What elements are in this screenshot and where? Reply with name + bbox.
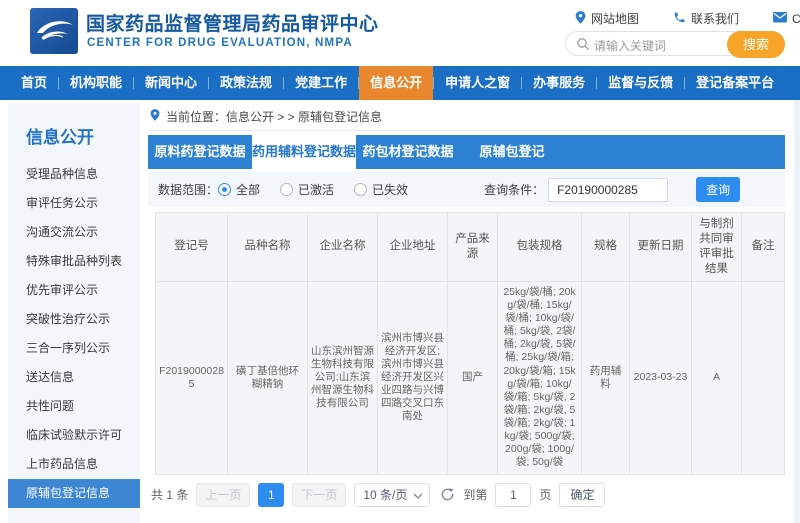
- cell-package-spec: 25kg/袋/桶; 20kg/袋/桶; 15kg/袋/桶; 10kg/袋/桶; …: [498, 281, 582, 474]
- sitemap-link[interactable]: 网站地图: [575, 10, 639, 27]
- confirm-button[interactable]: 确定: [559, 483, 605, 507]
- goto-label: 到第: [463, 486, 487, 503]
- tab-packaging-data[interactable]: 药包材登记数据: [356, 135, 460, 169]
- nav-item-registration-platform[interactable]: 登记备案平台: [685, 66, 785, 100]
- sidebar-item-three-in-one[interactable]: 三合一序列公示: [8, 334, 140, 363]
- goto-page-input[interactable]: [495, 483, 531, 507]
- page-scrollbar[interactable]: [794, 100, 800, 523]
- phone-icon: [673, 11, 686, 27]
- nav-item-services[interactable]: 办事服务: [522, 66, 596, 100]
- col-company-name: 企业名称: [308, 213, 378, 282]
- cell-product-source: 国产: [448, 281, 498, 474]
- radio-all-icon: [218, 183, 231, 196]
- table-row: F20190000285 磺丁基倍他环糊精钠 山东滨州智源生物科技有限公司;山东…: [156, 281, 785, 474]
- next-page-button[interactable]: 下一页: [292, 483, 346, 507]
- query-button[interactable]: 查询: [696, 177, 740, 202]
- nav-item-policy[interactable]: 政策法规: [209, 66, 283, 100]
- mailbox-link[interactable]: CDE邮箱: [773, 10, 800, 27]
- nav-item-news[interactable]: 新闻中心: [134, 66, 208, 100]
- cell-remark: [742, 281, 785, 474]
- map-pin-icon: [575, 11, 586, 27]
- chevron-down-icon: [413, 484, 423, 506]
- nav-item-party[interactable]: 党建工作: [284, 66, 358, 100]
- nav-item-info-disclosure[interactable]: 信息公开: [359, 66, 433, 100]
- col-registration-no: 登记号: [156, 213, 228, 282]
- sidebar-item-review-tasks[interactable]: 审评任务公示: [8, 189, 140, 218]
- col-variety-name: 品种名称: [228, 213, 308, 282]
- sidebar-item-delivery-info[interactable]: 送达信息: [8, 363, 140, 392]
- col-joint-review-result: 与制剂共同审评审批结果: [692, 213, 742, 282]
- results-table: 登记号 品种名称 企业名称 企业地址 产品来源 包装规格 规格 更新日期 与制剂…: [155, 212, 785, 475]
- search-button[interactable]: 搜索: [727, 31, 785, 58]
- sidebar-title: 信息公开: [8, 103, 140, 160]
- cell-company-address: 滨州市博兴县经济开发区;滨州市博兴县经济开发区兴业四路与兴博四路交叉口东南处: [378, 281, 448, 474]
- tab-api-data[interactable]: 原料药登记数据: [148, 135, 252, 169]
- scope-label: 数据范围：: [158, 181, 218, 198]
- cell-registration-no: F20190000285: [156, 281, 228, 474]
- site-header: 国家药品监督管理局药品审评中心 CENTER FOR DRUG EVALUATI…: [0, 0, 800, 66]
- data-tabs: 原料药登记数据 药用辅料登记数据 药包材登记数据 原辅包登记: [148, 135, 785, 169]
- total-count: 共 1 条: [151, 486, 188, 503]
- cell-update-date: 2023-03-23: [630, 281, 692, 474]
- col-product-source: 产品来源: [448, 213, 498, 282]
- site-subtitle: CENTER FOR DRUG EVALUATION, NMPA: [87, 37, 353, 49]
- tab-excipient-data[interactable]: 药用辅料登记数据: [252, 135, 356, 169]
- radio-activated[interactable]: 已激活: [280, 181, 334, 198]
- col-update-date: 更新日期: [630, 213, 692, 282]
- col-spec: 规格: [582, 213, 630, 282]
- sidebar: 信息公开 受理品种信息 审评任务公示 沟通交流公示 特殊审批品种列表 优先审评公…: [8, 103, 140, 523]
- nav-item-functions[interactable]: 机构职能: [59, 66, 133, 100]
- goto-unit: 页: [539, 486, 551, 503]
- radio-expired[interactable]: 已失效: [354, 181, 408, 198]
- sidebar-item-marketed-drugs[interactable]: 上市药品信息: [8, 450, 140, 479]
- page-size-select[interactable]: 10 条/页: [354, 483, 430, 507]
- sidebar-item-excipient-registration[interactable]: 原辅包登记信息: [8, 479, 140, 508]
- sidebar-item-special-approval[interactable]: 特殊审批品种列表: [8, 247, 140, 276]
- col-remark: 备注: [742, 213, 785, 282]
- radio-expired-icon: [354, 183, 367, 196]
- query-input[interactable]: [548, 178, 668, 202]
- nav-item-home[interactable]: 首页: [10, 66, 58, 100]
- search-input[interactable]: 请输入关键词: [594, 37, 666, 54]
- radio-activated-icon: [280, 183, 293, 196]
- query-label: 查询条件：: [484, 181, 544, 198]
- col-company-address: 企业地址: [378, 213, 448, 282]
- nav-item-supervision[interactable]: 监督与反馈: [597, 66, 684, 100]
- cell-variety-name: 磺丁基倍他环糊精钠: [228, 281, 308, 474]
- refresh-icon[interactable]: [440, 487, 455, 502]
- pagination: 共 1 条 上一页 1 下一页 10 条/页 到第 页 确定: [151, 483, 785, 507]
- current-page-button[interactable]: 1: [258, 483, 284, 507]
- sidebar-item-clinical-trial-license[interactable]: 临床试验默示许可: [8, 421, 140, 450]
- breadcrumb: 当前位置：信息公开 > > 原辅包登记信息: [148, 103, 785, 131]
- sidebar-item-communication[interactable]: 沟通交流公示: [8, 218, 140, 247]
- topbar-links: 网站地图 联系我们 CDE邮箱: [575, 10, 800, 27]
- table-header-row: 登记号 品种名称 企业名称 企业地址 产品来源 包装规格 规格 更新日期 与制剂…: [156, 213, 785, 282]
- nav-item-applicant[interactable]: 申请人之窗: [434, 66, 521, 100]
- col-package-spec: 包装规格: [498, 213, 582, 282]
- mail-icon: [773, 12, 787, 26]
- cell-joint-review-result: A: [692, 281, 742, 474]
- main-content: 当前位置：信息公开 > > 原辅包登记信息 原料药登记数据 药用辅料登记数据 药…: [148, 103, 785, 507]
- page: 国家药品监督管理局药品审评中心 CENTER FOR DRUG EVALUATI…: [0, 0, 800, 523]
- filter-bar: 数据范围： 全部 已激活 已失效 查询条件： 查询: [148, 172, 785, 207]
- sidebar-item-priority-review[interactable]: 优先审评公示: [8, 276, 140, 305]
- cell-company-name: 山东滨州智源生物科技有限公司;山东滨州智源生物科技有限公司: [308, 281, 378, 474]
- cde-logo-icon: [30, 8, 78, 54]
- tab-raw-excipient-pack[interactable]: 原辅包登记: [460, 135, 564, 169]
- main-nav: 首页 机构职能 新闻中心 政策法规 党建工作 信息公开 申请人之窗 办事服务 监…: [0, 66, 800, 100]
- sidebar-item-breakthrough-therapy[interactable]: 突破性治疗公示: [8, 305, 140, 334]
- breadcrumb-text: 当前位置：信息公开 > > 原辅包登记信息: [166, 108, 382, 125]
- prev-page-button[interactable]: 上一页: [196, 483, 250, 507]
- sidebar-item-common-issues[interactable]: 共性问题: [8, 392, 140, 421]
- sidebar-item-accepted-varieties[interactable]: 受理品种信息: [8, 160, 140, 189]
- contact-link[interactable]: 联系我们: [673, 10, 739, 27]
- radio-all[interactable]: 全部: [218, 181, 260, 198]
- search-icon: [576, 37, 590, 56]
- location-pin-icon: [150, 109, 160, 124]
- header-search: 请输入关键词 搜索: [565, 31, 785, 56]
- site-title: 国家药品监督管理局药品审评中心: [86, 9, 379, 36]
- cell-spec: 药用辅料: [582, 281, 630, 474]
